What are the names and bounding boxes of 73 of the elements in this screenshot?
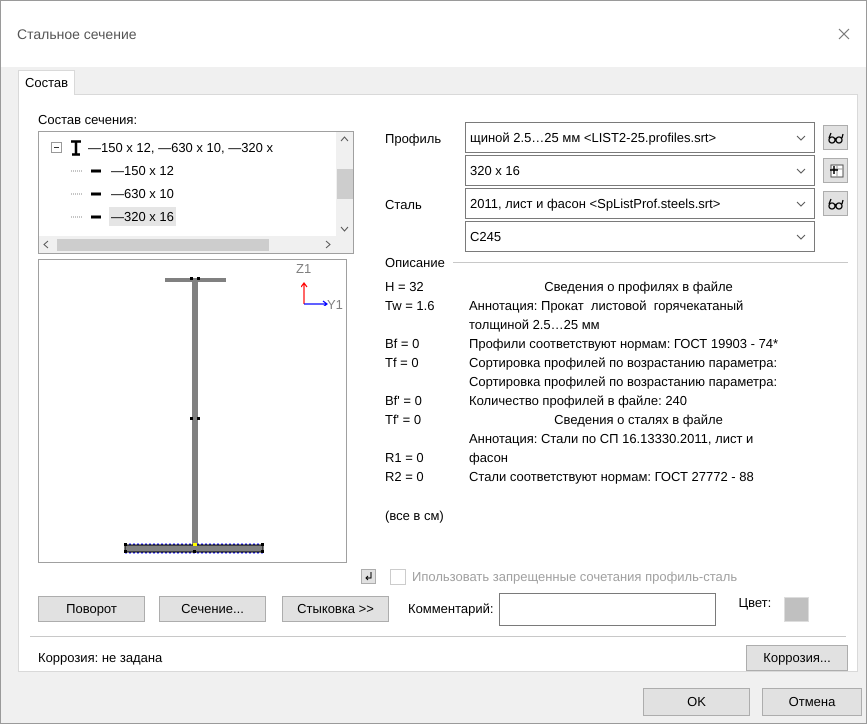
description-text: толщиной 2.5…25 мм (469, 316, 600, 334)
push-button[interactable]: Коррозия... (746, 644, 848, 670)
scroll-right-icon[interactable] (325, 240, 331, 249)
description-text: Количество профилей в файле: 240 (469, 392, 688, 410)
dropdown[interactable]: щиной 2.5…25 мм <LIST2-25.profiles.srt> (465, 122, 815, 153)
push-button[interactable]: Стыковка >> (282, 596, 389, 622)
description-heading: Сведения о профилях в файле (544, 278, 733, 296)
description-heading: Сведения о сталях в файле (554, 411, 723, 430)
push-button[interactable]: Сечение... (159, 596, 266, 622)
axes-icon (301, 282, 329, 306)
add-table-icon (828, 162, 844, 178)
glasses-icon (828, 198, 844, 210)
window-title: Стальное сечение (17, 24, 137, 44)
axis-label: Z1 (296, 262, 312, 275)
checkbox-label: Ипользовать запрещенные сочетания профиль-сталь (412, 568, 738, 586)
comment-field[interactable] (498, 592, 716, 626)
tab[interactable]: Состав (18, 70, 76, 95)
close-icon[interactable] (838, 28, 850, 40)
tree-item[interactable]: —320 x 16 (109, 206, 176, 226)
color-swatch[interactable] (784, 596, 810, 622)
scroll-down-icon[interactable] (340, 226, 349, 232)
plate-icon (91, 168, 101, 172)
group-label: Описание (385, 254, 445, 272)
field-label: Цвет: (738, 594, 772, 612)
field-label: Комментарий: (408, 600, 494, 618)
push-button[interactable]: OK (643, 688, 750, 716)
icon-button[interactable] (823, 125, 848, 150)
description-text: Аннотация: Стали по СП 16.13330.2011, лист и (469, 430, 754, 448)
chevron-down-icon (796, 234, 806, 240)
corrosion-status: Коррозия: не задана (38, 648, 162, 667)
collapse-icon[interactable] (51, 142, 62, 153)
push-button[interactable]: Поворот (38, 596, 145, 622)
dropdown[interactable]: 320 x 16 (465, 155, 815, 186)
section-label: Состав сечения: (38, 112, 138, 128)
description-text: Профили соответствуют нормам: ГОСТ 19903 - 74* (469, 335, 778, 354)
scroll-up-icon[interactable] (340, 136, 349, 142)
parameter-value: Bf = 0 (385, 336, 420, 351)
parameter-value: Tf = 0 (385, 355, 419, 370)
i-beam-icon (70, 140, 82, 156)
plate-icon (91, 214, 101, 218)
dropdown[interactable]: 2011, лист и фасон <SpListProf.steels.srt> (465, 188, 815, 219)
enter-button[interactable] (361, 569, 376, 584)
chevron-down-icon (796, 168, 806, 174)
push-button[interactable]: Отмена (762, 688, 862, 716)
return-icon (364, 572, 373, 582)
scroll-left-icon[interactable] (43, 240, 49, 249)
glasses-icon (828, 132, 844, 144)
tree-item[interactable]: —630 x 10 (109, 184, 176, 204)
chevron-down-icon (796, 134, 806, 140)
units-note: (все в см) (385, 506, 445, 525)
description-text: фасон (469, 449, 508, 468)
parameter-value: Tw = 1.6 (385, 298, 434, 313)
vertical-scrollbar[interactable] (336, 132, 353, 236)
parameter-value: R2 = 0 (385, 469, 424, 484)
axis-label: Y1 (327, 298, 343, 311)
horizontal-scrollbar[interactable] (39, 236, 353, 253)
dropdown[interactable]: C245 (465, 221, 815, 252)
field-label: Сталь (385, 196, 423, 214)
chevron-down-icon (796, 200, 806, 206)
description-text: Аннотация: Прокат листовой горячекатаный (469, 297, 744, 316)
parameter-value: H = 32 (385, 279, 424, 294)
icon-button[interactable] (823, 158, 848, 183)
description-text: Сортировка профилей по возрастанию параметра: (469, 354, 778, 372)
parameter-value: Bf' = 0 (385, 393, 422, 408)
tree-item[interactable]: —150 x 12 (109, 160, 176, 180)
field-label: Профиль (385, 130, 442, 148)
icon-button[interactable] (823, 191, 848, 216)
description-text: Сортировка профилей по возрастанию параметра: (469, 373, 778, 392)
plate-icon (91, 192, 101, 196)
tree-item[interactable]: —150 x 12, —630 x 10, —320 x (86, 138, 275, 158)
parameter-value: R1 = 0 (385, 450, 424, 465)
parameter-value: Tf' = 0 (385, 412, 422, 427)
description-text: Стали соответствуют нормам: ГОСТ 27772 - 88 (469, 468, 754, 486)
